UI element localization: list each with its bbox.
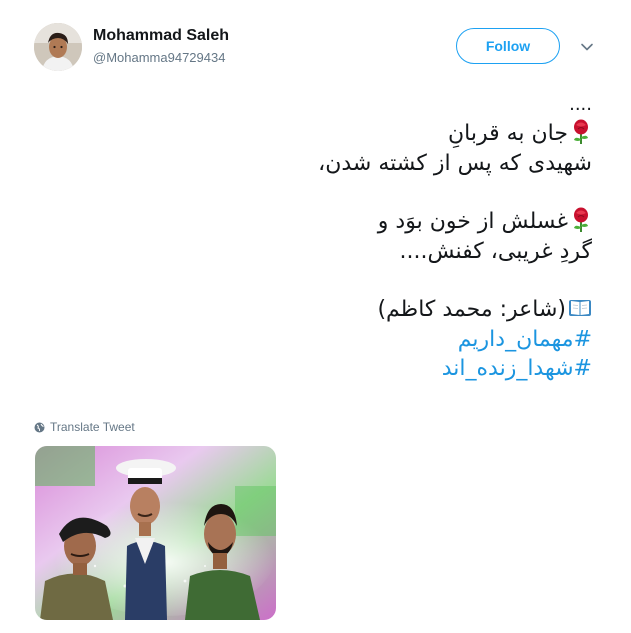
tweet-line-text: جان به قربانِ xyxy=(447,121,568,146)
rose-icon xyxy=(574,119,588,144)
tweet-line-text: غسلش از خون بوَد و xyxy=(377,209,568,234)
hashtag-link[interactable]: #شهدا_زنده_اند xyxy=(300,354,592,384)
hashtag-link[interactable]: #مهمان_داریم xyxy=(300,325,592,355)
tweet-photo[interactable] xyxy=(35,446,276,620)
globe-icon xyxy=(34,422,45,432)
martyrs-portrait-image xyxy=(35,446,276,620)
rose-icon xyxy=(574,207,588,232)
tweet-ellipsis: .... xyxy=(569,94,592,115)
translate-label: Translate Tweet xyxy=(50,420,135,434)
display-name[interactable]: Mohammad Saleh xyxy=(93,27,229,45)
tweet-line: جان به قربانِ xyxy=(300,119,592,149)
tweet-line: گردِ غریبی، کفنش.... xyxy=(399,238,593,264)
tweet-text: .... جان به قربانِ شهیدی که پس از کشته ش… xyxy=(300,95,592,384)
poet-credit: (شاعر: محمد کاظم) xyxy=(377,297,566,322)
follow-button[interactable]: Follow xyxy=(456,28,560,64)
open-book-icon xyxy=(569,300,591,316)
avatar[interactable] xyxy=(34,23,82,71)
tweet-line: شهیدی که پس از کشته شدن، xyxy=(318,150,592,176)
tweet-line: (شاعر: محمد کاظم) xyxy=(300,295,592,325)
tweet-line: غسلش از خون بوَد و xyxy=(300,207,592,237)
avatar-image xyxy=(34,23,82,71)
chevron-down-icon[interactable] xyxy=(580,40,594,54)
user-handle[interactable]: @Mohamma94729434 xyxy=(93,50,225,65)
translate-tweet-link[interactable]: Translate Tweet xyxy=(34,420,135,434)
